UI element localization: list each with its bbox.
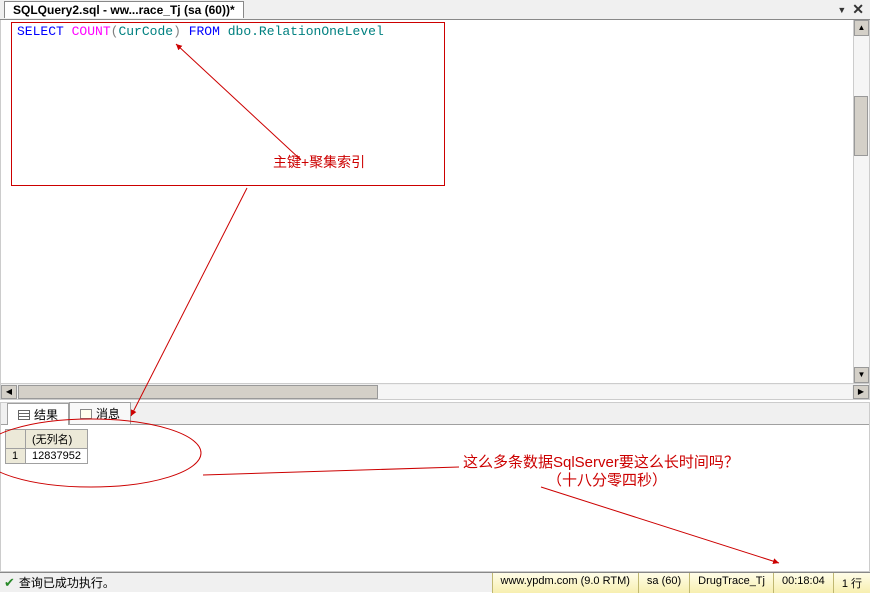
annotation-question2: （十八分零四秒） bbox=[547, 469, 667, 490]
document-tab[interactable]: SQLQuery2.sql - ww...race_Tj (sa (60))* bbox=[4, 1, 244, 18]
status-right: www.ypdm.com (9.0 RTM) sa (60) DrugTrace… bbox=[492, 573, 870, 593]
sql-editor-content[interactable]: SELECT COUNT(CurCode) FROM dbo.RelationO… bbox=[17, 24, 853, 383]
status-left: ✔ 查询已成功执行。 bbox=[0, 574, 115, 591]
kw-from: FROM bbox=[189, 24, 220, 39]
document-tab-bar: SQLQuery2.sql - ww...race_Tj (sa (60))* … bbox=[0, 0, 870, 20]
hscroll-track[interactable] bbox=[18, 385, 852, 399]
table-row[interactable]: 1 12837952 bbox=[6, 449, 88, 464]
status-database: DrugTrace_Tj bbox=[689, 573, 773, 593]
vscroll-track[interactable] bbox=[854, 36, 869, 367]
tab-dropdown-icon[interactable]: ▼ bbox=[837, 5, 846, 15]
scroll-up-icon[interactable]: ▲ bbox=[854, 20, 869, 36]
results-pane: 结果 消息 (无列名) 1 12837952 这么多条数据SqlServer要这… bbox=[0, 402, 870, 572]
grid-cell-value[interactable]: 12837952 bbox=[26, 449, 88, 464]
scroll-down-icon[interactable]: ▼ bbox=[854, 367, 869, 383]
tab-messages-label: 消息 bbox=[96, 405, 120, 422]
close-paren: ) bbox=[173, 24, 181, 39]
results-body: (无列名) 1 12837952 这么多条数据SqlServer要这么长时间吗？… bbox=[1, 425, 869, 571]
tab-results-label: 结果 bbox=[34, 406, 58, 423]
tab-results[interactable]: 结果 bbox=[7, 403, 69, 426]
sql-column: CurCode bbox=[118, 24, 173, 39]
grid-corner bbox=[6, 430, 26, 449]
tab-close-icon[interactable]: ✕ bbox=[852, 1, 864, 18]
grid-icon bbox=[18, 410, 30, 420]
scroll-left-icon[interactable]: ◀ bbox=[1, 385, 17, 399]
check-icon: ✔ bbox=[4, 575, 15, 591]
sql-editor-pane[interactable]: SELECT COUNT(CurCode) FROM dbo.RelationO… bbox=[0, 20, 870, 400]
vscroll-thumb[interactable] bbox=[854, 96, 868, 156]
annotation-question1: 这么多条数据SqlServer要这么长时间吗？ bbox=[463, 451, 739, 472]
hscroll-thumb[interactable] bbox=[18, 385, 378, 399]
kw-count: COUNT bbox=[72, 24, 111, 39]
sql-table: dbo.RelationOneLevel bbox=[228, 24, 384, 39]
grid-rownum: 1 bbox=[6, 449, 26, 464]
status-time: 00:18:04 bbox=[773, 573, 833, 593]
status-rows: 1 行 bbox=[833, 573, 870, 593]
tab-controls: ▼ ✕ bbox=[837, 1, 870, 18]
annotation-arrow-time bbox=[1, 425, 861, 575]
editor-vscrollbar[interactable]: ▲ ▼ bbox=[853, 20, 869, 383]
result-grid[interactable]: (无列名) 1 12837952 bbox=[5, 429, 88, 464]
results-tab-bar: 结果 消息 bbox=[1, 403, 869, 425]
message-icon bbox=[80, 409, 92, 419]
grid-header-col1[interactable]: (无列名) bbox=[26, 430, 88, 449]
editor-hscrollbar[interactable]: ◀ ▶ bbox=[1, 383, 869, 399]
tab-messages[interactable]: 消息 bbox=[69, 402, 131, 425]
status-bar: ✔ 查询已成功执行。 www.ypdm.com (9.0 RTM) sa (60… bbox=[0, 572, 870, 592]
scroll-right-icon[interactable]: ▶ bbox=[853, 385, 869, 399]
kw-select: SELECT bbox=[17, 24, 64, 39]
status-success-text: 查询已成功执行。 bbox=[19, 574, 115, 591]
status-server: www.ypdm.com (9.0 RTM) bbox=[492, 573, 638, 593]
document-tab-title: SQLQuery2.sql - ww...race_Tj (sa (60))* bbox=[13, 3, 235, 17]
status-user: sa (60) bbox=[638, 573, 689, 593]
